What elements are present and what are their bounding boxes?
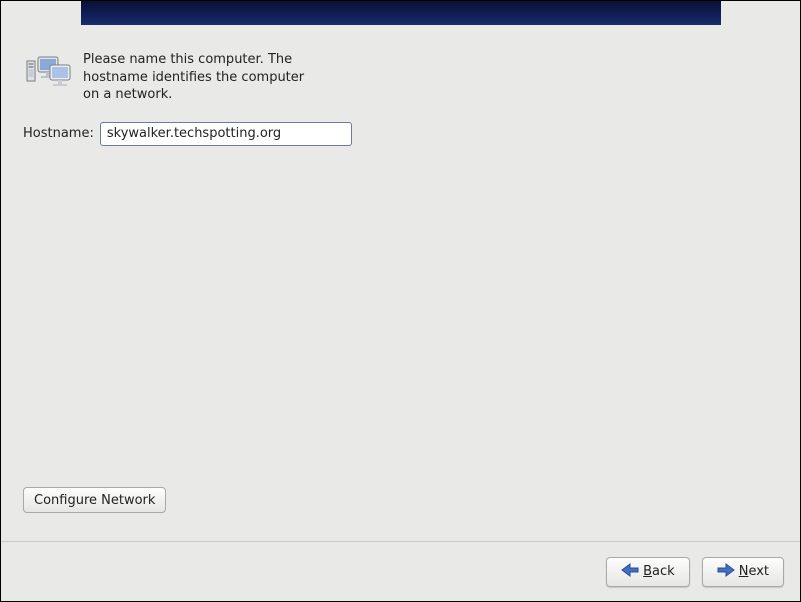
configure-network-area: Configure Network <box>23 487 166 513</box>
computers-icon <box>23 51 71 91</box>
back-button-label: Back <box>643 564 675 579</box>
hostname-row: Hostname: <box>23 122 778 146</box>
arrow-right-icon <box>717 563 735 581</box>
hostname-label: Hostname: <box>23 126 94 141</box>
configure-network-button[interactable]: Configure Network <box>23 487 166 513</box>
intro-text: Please name this computer. The hostname … <box>83 51 323 104</box>
main-content: Please name this computer. The hostname … <box>23 51 778 146</box>
back-button[interactable]: Back <box>606 557 690 587</box>
header-banner <box>81 1 721 25</box>
footer-bar: Back Next <box>1 541 800 601</box>
hostname-input[interactable] <box>100 122 352 146</box>
intro-row: Please name this computer. The hostname … <box>23 51 778 104</box>
arrow-left-icon <box>621 563 639 581</box>
next-button[interactable]: Next <box>702 557 784 587</box>
next-button-label: Next <box>739 564 769 579</box>
